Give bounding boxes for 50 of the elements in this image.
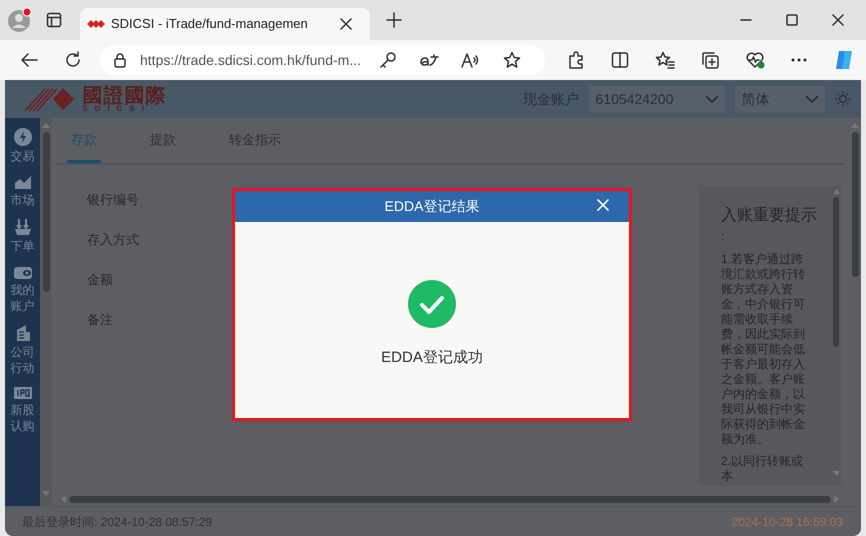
extensions-icon[interactable] [567, 51, 585, 69]
close-icon[interactable] [340, 18, 352, 30]
logo-subtext: SDICSI [82, 105, 151, 113]
nav-item[interactable]: 市场 [10, 192, 36, 208]
back-icon[interactable] [20, 52, 38, 68]
new-tab-icon[interactable] [386, 12, 402, 28]
profile-icon[interactable] [6, 7, 32, 33]
chevron-down-icon [704, 95, 718, 103]
success-message: EDDA登记成功 [381, 348, 483, 368]
more-icon[interactable] [791, 58, 807, 62]
clock-text: 2024-10-28 16:59:03 [732, 514, 843, 530]
browser-tab[interactable]: SDICSI - iTrade/fund-managemen [80, 8, 370, 40]
maximize-icon[interactable] [786, 14, 798, 26]
collections-icon[interactable] [701, 51, 719, 69]
read-aloud-icon[interactable] [461, 52, 481, 68]
notice-colon: : [721, 228, 726, 244]
field-label: 金额 [87, 270, 113, 289]
nav-item[interactable]: 下单 [10, 238, 36, 254]
ipo-icon [12, 386, 32, 400]
nav-item[interactable]: 我的账户 [10, 282, 36, 314]
nav-item[interactable]: 新股认购 [10, 402, 36, 434]
chart-icon [14, 174, 32, 190]
close-icon[interactable] [832, 14, 844, 26]
tab-title: SDICSI - iTrade/fund-managemen [111, 15, 309, 34]
field-label: 备注 [87, 310, 113, 329]
scrollbar-thumb[interactable] [852, 132, 858, 277]
split-screen-icon[interactable] [611, 51, 629, 69]
download-tray-icon [14, 218, 32, 236]
scrollbar-thumb[interactable] [42, 132, 50, 292]
dialog-title: EDDA登记结果 [384, 197, 480, 216]
scrollbar-thumb[interactable] [833, 196, 839, 346]
success-check-icon [408, 280, 456, 328]
nav-item[interactable]: 交易 [10, 148, 36, 164]
nav-item[interactable]: 公司行动 [10, 344, 36, 376]
scrollbar-thumb[interactable] [69, 496, 830, 503]
health-heart-icon[interactable] [745, 51, 765, 69]
favorite-star-icon[interactable] [503, 51, 521, 69]
key-icon[interactable] [379, 51, 397, 69]
trade-icon [14, 128, 32, 146]
favorites-icon[interactable] [655, 51, 675, 69]
field-label: 存入方式 [87, 230, 139, 249]
translate-icon[interactable] [419, 52, 439, 68]
lock-icon[interactable] [113, 52, 127, 68]
chevron-down-icon [804, 95, 818, 103]
refresh-icon[interactable] [64, 51, 82, 69]
site-logo-icon [86, 19, 104, 29]
logo-text: 國證國際 [82, 85, 166, 105]
tab-layout-icon[interactable] [46, 12, 62, 28]
copilot-icon[interactable] [833, 49, 855, 71]
wallet-icon [12, 264, 32, 280]
